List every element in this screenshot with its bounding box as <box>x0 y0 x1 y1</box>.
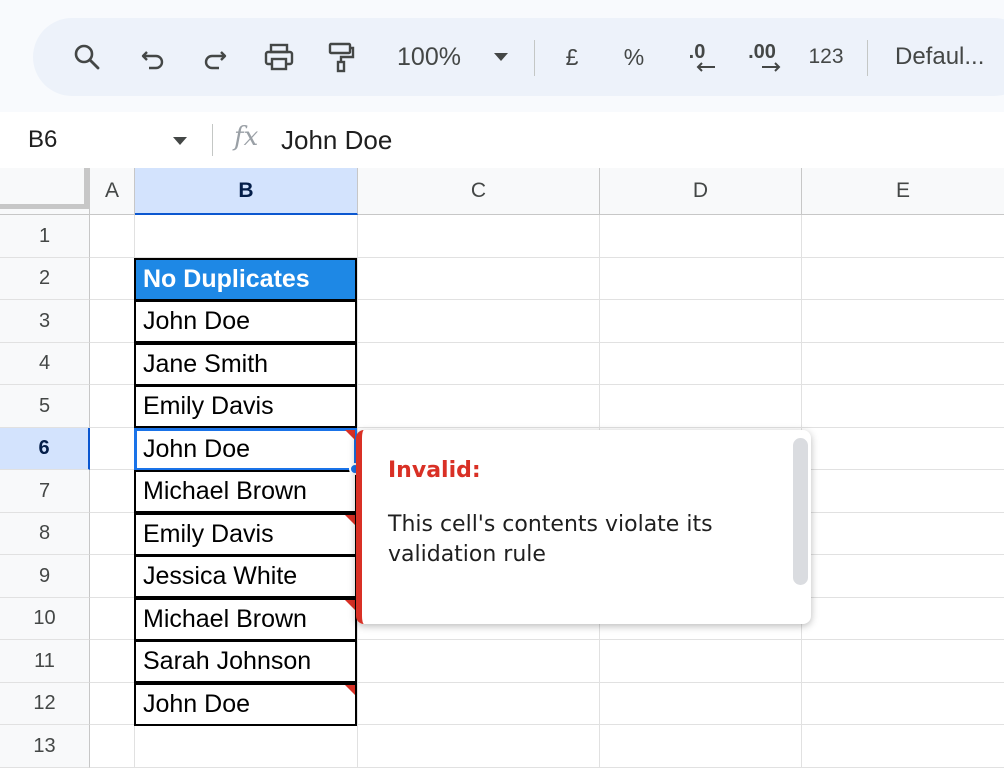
currency-format-button[interactable]: £ <box>557 18 587 96</box>
row-header-12[interactable]: 12 <box>0 683 90 725</box>
row-header-7[interactable]: 7 <box>0 470 90 513</box>
row-header-5[interactable]: 5 <box>0 385 90 428</box>
formula-bar: B6 fx John Doe <box>0 112 1004 168</box>
row-header-3[interactable]: 3 <box>0 300 90 343</box>
invalid-data-flag-icon <box>345 685 355 695</box>
cell-b12[interactable]: John Doe <box>134 683 357 726</box>
cell-b9[interactable]: Jessica White <box>134 555 357 598</box>
arrow-right-icon <box>762 62 781 72</box>
print-icon[interactable] <box>259 18 299 96</box>
fx-icon: fx <box>234 122 259 152</box>
cell-b10[interactable]: Michael Brown <box>134 598 357 641</box>
row-header-8[interactable]: 8 <box>0 513 90 555</box>
cell-b5[interactable]: Emily Davis <box>134 385 357 428</box>
name-box[interactable]: B6 <box>28 112 57 168</box>
validation-popup: Invalid: This cell's contents violate it… <box>356 430 811 624</box>
popup-message: This cell's contents violate its validat… <box>388 512 713 567</box>
zoom-value: 100% <box>397 42 461 71</box>
cell-b6[interactable]: John Doe <box>134 428 357 471</box>
search-menus-icon[interactable] <box>69 18 105 96</box>
invalid-data-flag-icon <box>345 600 355 610</box>
arrow-left-icon <box>696 62 715 72</box>
cell-b8[interactable]: Emily Davis <box>134 513 357 556</box>
row-header-1[interactable]: 1 <box>0 215 90 258</box>
percent-format-button[interactable]: % <box>619 18 649 96</box>
cell-b7[interactable]: Michael Brown <box>134 470 357 513</box>
zoom-select[interactable]: 100% <box>389 18 469 96</box>
invalid-data-flag-icon <box>345 430 355 440</box>
cell-b2[interactable]: No Duplicates <box>134 258 357 301</box>
invalid-data-flag-icon <box>345 515 355 525</box>
formula-bar-divider <box>212 124 213 156</box>
row-header-6[interactable]: 6 <box>0 428 90 470</box>
row-header-13[interactable]: 13 <box>0 725 90 768</box>
more-formats-button[interactable]: 123 <box>803 18 849 96</box>
cell-b11[interactable]: Sarah Johnson <box>134 640 357 683</box>
toolbar-divider <box>867 40 868 76</box>
cell-b3[interactable]: John Doe <box>134 300 357 343</box>
popup-title: Invalid: <box>388 458 481 483</box>
toolbar-divider <box>534 40 535 76</box>
zoom-dropdown-icon[interactable] <box>489 18 513 96</box>
popup-scrollbar[interactable] <box>793 438 808 585</box>
increase-decimal-button[interactable]: .00 <box>737 18 787 96</box>
row-header-2[interactable]: 2 <box>0 258 90 300</box>
cell-b4[interactable]: Jane Smith <box>134 343 357 386</box>
frozen-column-handle[interactable] <box>84 168 89 209</box>
row-header-10[interactable]: 10 <box>0 598 90 640</box>
column-header-c[interactable]: C <box>358 168 600 215</box>
paint-format-icon[interactable] <box>323 18 359 96</box>
column-header-b[interactable]: B <box>135 168 358 215</box>
name-box-dropdown-icon[interactable] <box>172 136 188 146</box>
row-header-9[interactable]: 9 <box>0 555 90 598</box>
undo-icon[interactable] <box>135 18 171 96</box>
formula-input[interactable]: John Doe <box>281 112 392 168</box>
toolbar: 100% £ % .0 .00 123 Defaul... <box>33 18 1004 96</box>
row-header-11[interactable]: 11 <box>0 640 90 683</box>
font-select[interactable]: Defaul... <box>895 18 1004 96</box>
row-header-4[interactable]: 4 <box>0 343 90 385</box>
redo-icon[interactable] <box>197 18 233 96</box>
column-header-e[interactable]: E <box>802 168 1004 215</box>
column-header-d[interactable]: D <box>600 168 802 215</box>
frozen-row-handle[interactable] <box>0 204 84 209</box>
decrease-decimal-button[interactable]: .0 <box>675 18 719 96</box>
column-header-a[interactable]: A <box>90 168 135 215</box>
